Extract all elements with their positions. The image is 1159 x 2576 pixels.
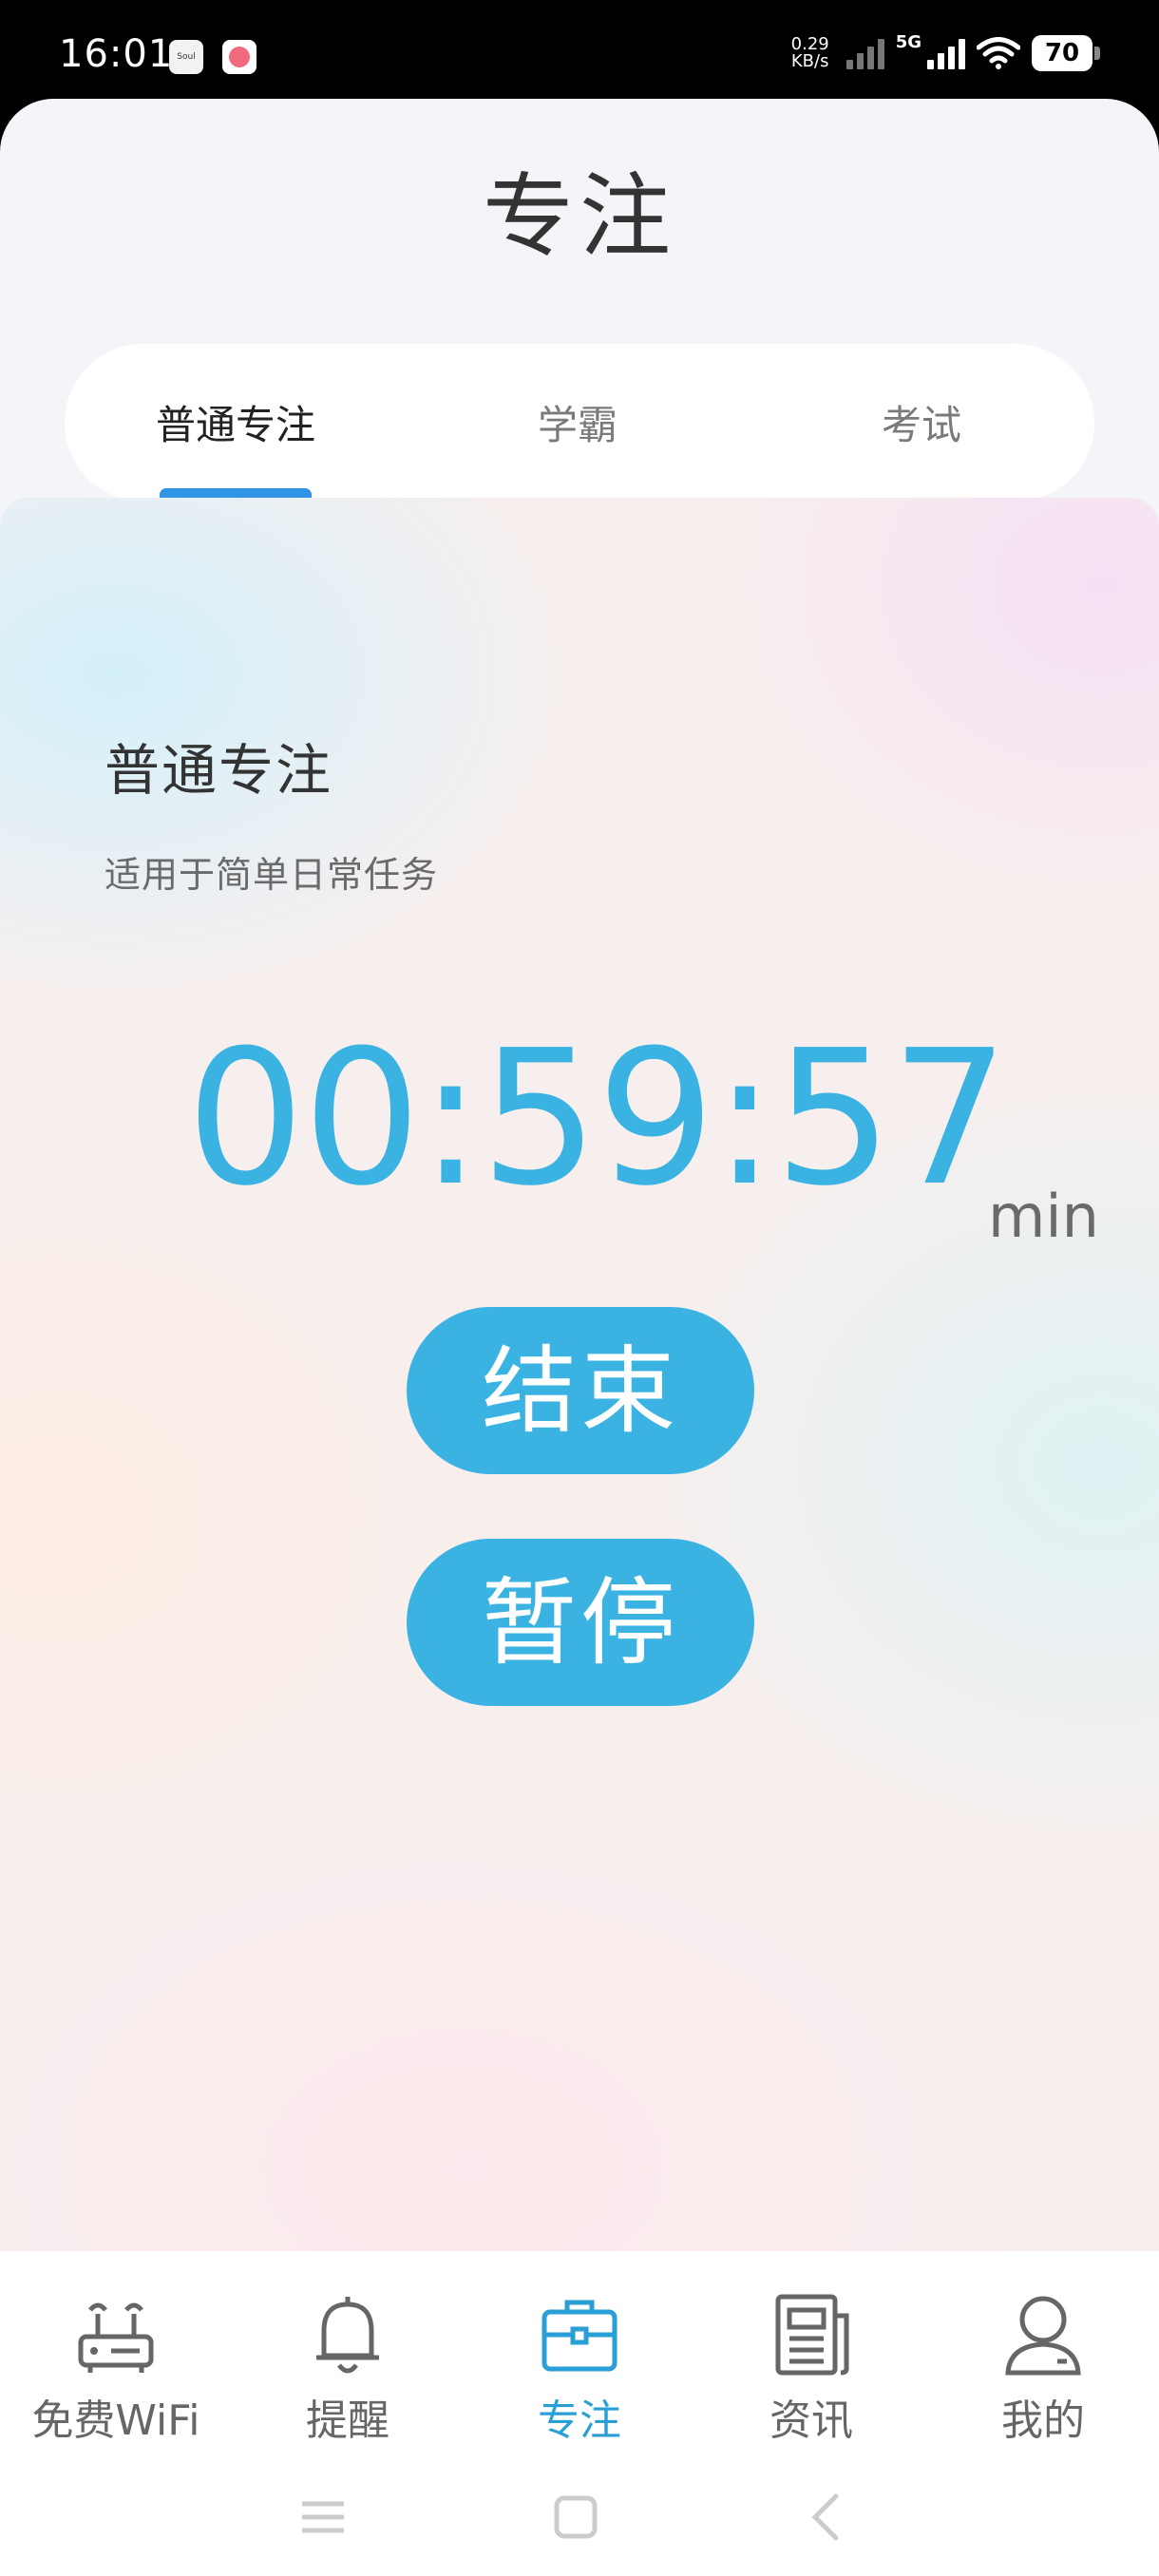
main-sheet: 专注 普通专注 学霸 考试 普通专注 适用于简单日常任务 00:59:57 mi… [0,99,1159,2576]
end-button[interactable]: 结束 [407,1307,754,1474]
mode-description: 适用于简单日常任务 [104,854,439,896]
nav-label-free-wifi: 免费WiFi [31,2396,200,2445]
signal-5g-icon [927,37,965,69]
nav-label-reminder: 提醒 [306,2396,390,2445]
heart-app-icon [222,40,256,74]
signal-icon [846,37,884,69]
countdown-timer: 00:59:57 [186,1011,1009,1227]
nav-item-focus[interactable]: 专注 [464,2289,695,2447]
nav-label-focus: 专注 [538,2396,621,2445]
bell-icon [316,2297,379,2374]
nav-item-mine[interactable]: 我的 [927,2289,1159,2447]
mode-tabs: 普通专注 学霸 考试 [65,344,1094,502]
nav-item-reminder[interactable]: 提醒 [232,2289,464,2447]
nav-label-mine: 我的 [1001,2396,1085,2445]
focus-card: 普通专注 适用于简单日常任务 00:59:57 min 结束 暂停 [0,498,1159,2255]
home-icon[interactable] [547,2489,604,2546]
status-bar: 16:01 Soul 0.29 KB/s 5G 70 [0,0,1159,104]
network-speed-unit: KB/s [790,51,829,71]
tab-normal-focus[interactable]: 普通专注 [156,393,315,451]
status-time: 16:01 [59,32,174,76]
status-indicators: 0.29 KB/s 5G 70 [786,32,1100,74]
soul-app-icon: Soul [169,40,203,74]
network-speed: 0.29 KB/s [786,36,835,70]
network-type: 5G [895,32,922,52]
briefcase-icon [542,2300,618,2372]
bottom-nav: 免费WiFi 提醒 专注 资讯 我的 [0,2251,1159,2451]
tab-exam[interactable]: 考试 [882,393,961,451]
router-icon [78,2302,154,2373]
page-title: 专注 [483,163,676,270]
nav-item-free-wifi[interactable]: 免费WiFi [0,2289,232,2447]
tab-top-student[interactable]: 学霸 [538,393,618,451]
system-nav-bar [0,2451,1159,2576]
person-icon [1005,2296,1081,2376]
pause-button[interactable]: 暂停 [407,1539,754,1706]
battery-indicator: 70 [1032,35,1100,71]
mode-title: 普通专注 [104,738,333,803]
nav-label-news: 资讯 [770,2396,853,2445]
back-icon[interactable] [798,2489,855,2546]
newspaper-icon [775,2294,849,2376]
timer-unit: min [988,1182,1099,1251]
nav-item-news[interactable]: 资讯 [695,2289,927,2447]
menu-icon[interactable] [294,2489,352,2546]
wifi-icon [977,37,1020,69]
